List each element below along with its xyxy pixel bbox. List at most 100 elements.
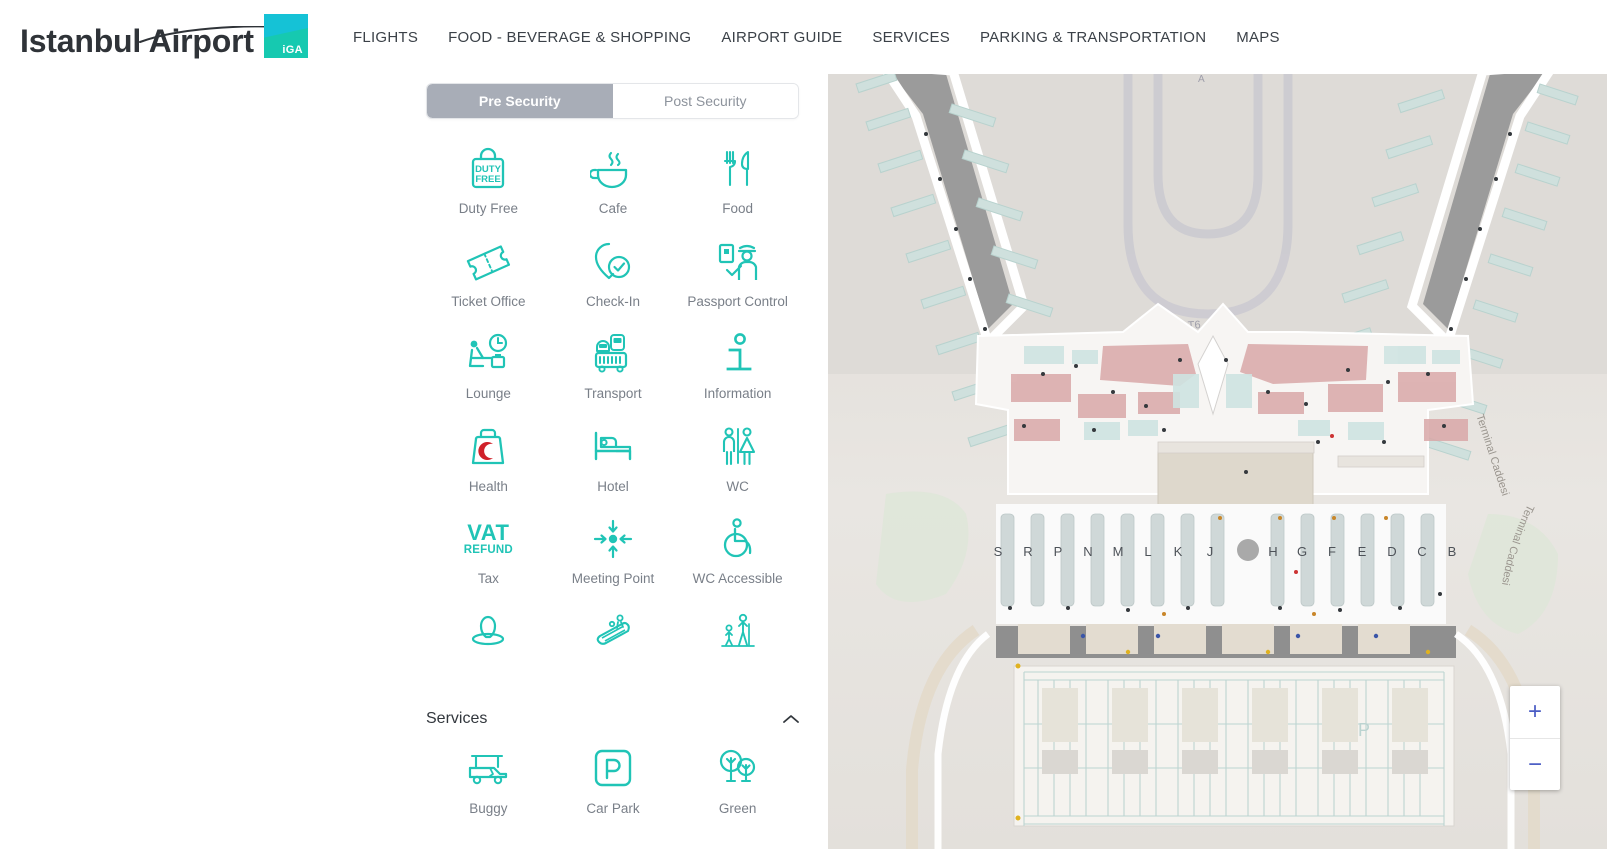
- passport-control-icon: [715, 239, 761, 285]
- category-label: Cafe: [598, 201, 628, 216]
- category-wc-accessible[interactable]: WC Accessible: [675, 510, 800, 603]
- category-label: WC: [726, 478, 749, 494]
- category-label: WC Accessible: [692, 571, 783, 586]
- category-label: Ticket Office: [451, 293, 526, 309]
- escalator-icon: [588, 609, 638, 655]
- svg-text:C: C: [1417, 544, 1426, 559]
- category-check-in[interactable]: Check-In: [551, 233, 676, 326]
- category-label: Lounge: [465, 386, 511, 401]
- category-escalator[interactable]: [551, 603, 676, 696]
- svg-text:M: M: [1113, 544, 1124, 559]
- category-passport-control[interactable]: Passport Control: [675, 233, 800, 326]
- service-label: Green: [718, 801, 757, 816]
- category-transport[interactable]: Transport: [551, 325, 676, 418]
- service-green[interactable]: Green: [675, 740, 800, 833]
- category-information[interactable]: Information: [675, 325, 800, 418]
- site-logo[interactable]: Istanbul Airport iGA: [20, 12, 308, 58]
- category-tax[interactable]: VAT REFUND Tax: [426, 510, 551, 603]
- tab-pre-security[interactable]: Pre Security: [427, 84, 613, 118]
- category-family-assistance[interactable]: [675, 603, 800, 696]
- zoom-in-button[interactable]: +: [1510, 686, 1560, 738]
- car-park-icon: [592, 746, 634, 792]
- zoom-out-button[interactable]: −: [1510, 738, 1560, 790]
- chevron-up-icon[interactable]: [782, 710, 800, 728]
- lounge-icon: [465, 331, 511, 377]
- nav-flights[interactable]: FLIGHTS: [353, 29, 433, 46]
- svg-text:FREE: FREE: [476, 174, 501, 185]
- category-label: Tax: [477, 571, 499, 586]
- tab-post-security[interactable]: Post Security: [612, 84, 798, 118]
- meeting-point-icon: [590, 516, 636, 562]
- category-label: Food: [722, 201, 754, 216]
- category-label: Meeting Point: [571, 571, 655, 586]
- category-panel: Pre Security Post Security DUTY FREE Dut…: [0, 74, 828, 849]
- family-icon: [716, 609, 760, 655]
- svg-text:E: E: [1358, 544, 1367, 559]
- svg-text:F: F: [1328, 544, 1336, 559]
- category-label: Information: [703, 386, 772, 401]
- category-hotel[interactable]: Hotel: [551, 418, 676, 511]
- iga-logo-mark: iGA: [263, 14, 308, 58]
- svg-text:B: B: [1448, 544, 1457, 559]
- category-lounge[interactable]: Lounge: [426, 325, 551, 418]
- health-icon: [466, 424, 510, 470]
- category-meeting-point[interactable]: Meeting Point: [551, 510, 676, 603]
- service-label: Buggy: [469, 801, 508, 816]
- nav-parking-transportation[interactable]: PARKING & TRANSPORTATION: [965, 29, 1221, 46]
- service-label: Car Park: [586, 801, 640, 816]
- category-wc[interactable]: WC: [675, 418, 800, 511]
- category-ticket-office[interactable]: Ticket Office: [426, 233, 551, 326]
- svg-text:N: N: [1083, 544, 1092, 559]
- hotel-icon: [590, 424, 636, 470]
- nav-food-beverage-shopping[interactable]: FOOD - BEVERAGE & SHOPPING: [433, 29, 706, 46]
- nav-airport-guide[interactable]: AIRPORT GUIDE: [706, 29, 857, 46]
- service-buggy[interactable]: Buggy: [426, 740, 551, 833]
- category-label: Duty Free: [458, 201, 518, 216]
- service-car-park[interactable]: Car Park: [551, 740, 676, 833]
- security-tab-bar: Pre Security Post Security: [426, 83, 799, 119]
- wc-icon: [716, 424, 760, 470]
- prayer-room-icon: [466, 609, 510, 655]
- green-icon: [715, 746, 761, 792]
- parking-label: P: [1358, 720, 1370, 740]
- svg-text:J: J: [1207, 544, 1214, 559]
- svg-text:K: K: [1174, 544, 1183, 559]
- svg-text:H: H: [1268, 544, 1277, 559]
- vat-refund-icon: VAT REFUND: [463, 519, 513, 556]
- svg-text:S: S: [994, 544, 1003, 559]
- category-label: Check-In: [585, 293, 640, 309]
- category-label: Hotel: [597, 478, 629, 494]
- svg-text:L: L: [1144, 544, 1151, 559]
- category-prayer-room[interactable]: [426, 603, 551, 696]
- main-navigation: FLIGHTS FOOD - BEVERAGE & SHOPPING AIRPO…: [353, 0, 1295, 74]
- buggy-icon: [464, 746, 512, 792]
- category-grid: DUTY FREE Duty Free Cafe Food Ticket Off…: [426, 140, 800, 695]
- category-health[interactable]: Health: [426, 418, 551, 511]
- cafe-icon: [589, 146, 636, 192]
- duty-free-icon: DUTY FREE: [467, 146, 509, 192]
- category-label: Transport: [584, 386, 642, 401]
- svg-text:P: P: [1054, 544, 1063, 559]
- airport-map[interactable]: T6 A S R P N M L K J H G F E D C B P Ter…: [828, 74, 1607, 849]
- nav-maps[interactable]: MAPS: [1221, 29, 1295, 46]
- category-duty-free[interactable]: DUTY FREE Duty Free: [426, 140, 551, 233]
- nav-services[interactable]: SERVICES: [857, 29, 965, 46]
- services-section-title: Services: [426, 710, 488, 727]
- svg-text:A: A: [1198, 74, 1205, 85]
- svg-text:G: G: [1297, 544, 1307, 559]
- wc-accessible-icon: [717, 516, 759, 562]
- category-label: Passport Control: [687, 293, 788, 309]
- ticket-office-icon: [465, 239, 511, 285]
- information-icon: [721, 331, 755, 377]
- food-icon: [718, 146, 758, 192]
- svg-text:D: D: [1387, 544, 1396, 559]
- logo-wordmark: Istanbul Airport: [20, 23, 254, 59]
- services-section-header[interactable]: Services: [426, 702, 800, 736]
- services-grid: Buggy Car Park Green: [426, 740, 800, 833]
- category-cafe[interactable]: Cafe: [551, 140, 676, 233]
- check-in-icon: [591, 239, 635, 285]
- site-header: Istanbul Airport iGA FLIGHTS FOOD - BEVE…: [0, 0, 1607, 74]
- map-canvas: T6 A S R P N M L K J H G F E D C B P Ter…: [828, 74, 1607, 849]
- transport-icon: [589, 331, 637, 377]
- category-food[interactable]: Food: [675, 140, 800, 233]
